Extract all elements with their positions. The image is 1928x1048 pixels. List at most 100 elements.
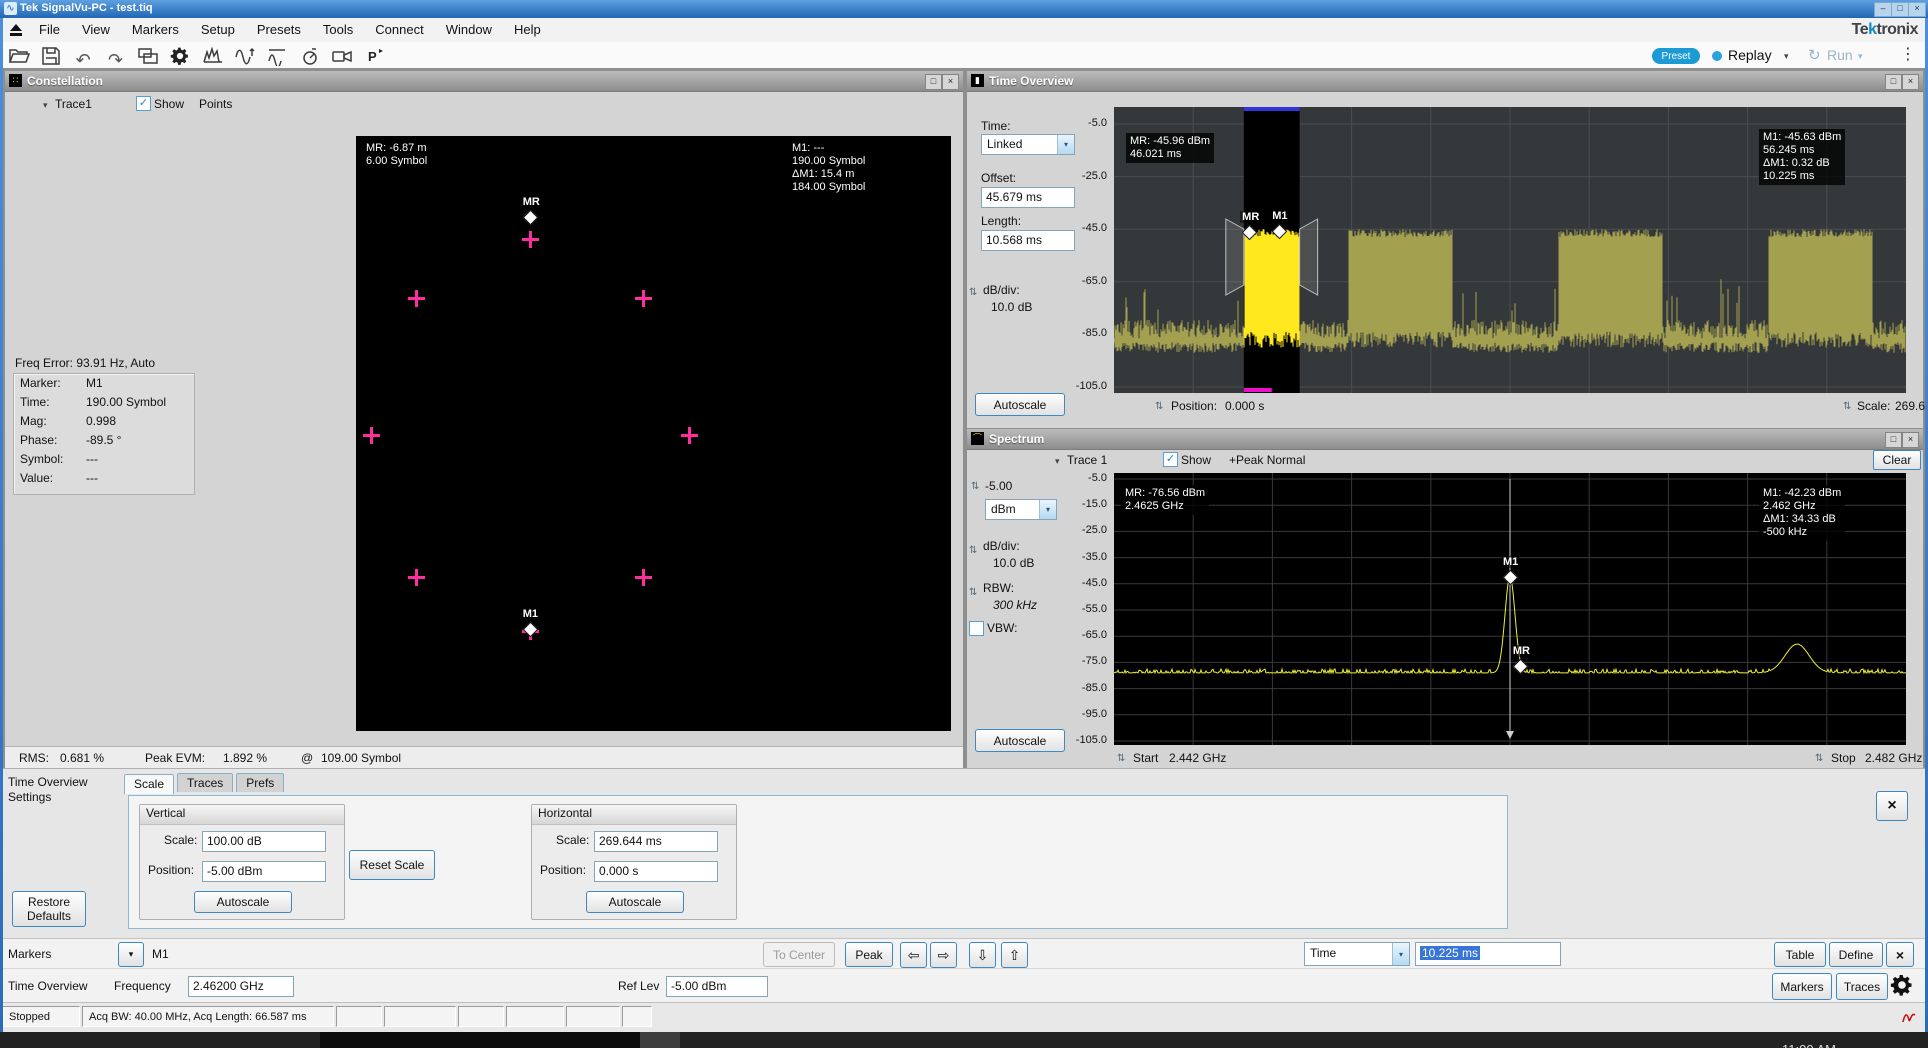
- sp-dbdiv-value[interactable]: 10.0 dB: [993, 556, 1034, 570]
- length-field[interactable]: 10.568 ms: [981, 230, 1075, 251]
- define-button[interactable]: Define: [1829, 942, 1883, 967]
- peak-right-button[interactable]: ⇨: [930, 942, 957, 968]
- displays-icon[interactable]: [134, 44, 161, 68]
- show-checkbox[interactable]: ✓: [136, 96, 151, 111]
- menu-connect[interactable]: Connect: [364, 18, 434, 42]
- stepper-icon[interactable]: ⇅: [969, 545, 977, 556]
- stepper-icon[interactable]: ⇅: [969, 587, 977, 598]
- peak-left-button[interactable]: ⇦: [900, 942, 927, 968]
- time-overview-plot[interactable]: MR: -45.96 dBm 46.021 ms M1: -45.63 dBm …: [1114, 107, 1906, 393]
- tab-traces[interactable]: Traces: [177, 773, 233, 792]
- menu-help[interactable]: Help: [503, 18, 552, 42]
- constellation-close-icon[interactable]: ×: [942, 74, 959, 90]
- to-scale-value[interactable]: 269.644 ms: [1895, 399, 1928, 413]
- rbw-value[interactable]: 300 kHz: [993, 598, 1037, 612]
- vertical-position-field[interactable]: -5.00 dBm: [202, 861, 326, 882]
- points-label[interactable]: Points: [199, 97, 232, 111]
- sp-autoscale-button[interactable]: Autoscale: [975, 729, 1065, 752]
- time-overview-icon[interactable]: [264, 44, 291, 68]
- titlebar[interactable]: ∿ Tek SignalVu-PC - test.tiq – □ ×: [0, 0, 1928, 18]
- save-icon[interactable]: [37, 44, 64, 68]
- peak-button[interactable]: Peak: [845, 942, 893, 967]
- clear-button[interactable]: Clear: [1873, 450, 1921, 470]
- settings-close-button[interactable]: ×: [1876, 791, 1908, 821]
- time-overview-maximize-icon[interactable]: □: [1885, 74, 1902, 90]
- menu-file[interactable]: File: [28, 18, 71, 42]
- spectrum-maximize-icon[interactable]: □: [1885, 432, 1902, 448]
- to-autoscale-button[interactable]: Autoscale: [975, 393, 1065, 416]
- marker-select-dropdown[interactable]: ▾: [118, 942, 144, 967]
- spectrum-header[interactable]: ⌒ Spectrum □ ×: [967, 429, 1923, 450]
- spectrum-display-icon[interactable]: [199, 44, 226, 68]
- constellation-header[interactable]: ∷ Constellation □ ×: [5, 71, 963, 92]
- marker-value-field[interactable]: 10.225 ms: [1415, 942, 1561, 966]
- close-button[interactable]: ×: [1908, 2, 1926, 17]
- replay-button[interactable]: Replay: [1728, 47, 1772, 63]
- traces-toggle-button[interactable]: Traces: [1836, 973, 1888, 1000]
- horizontal-scale-field[interactable]: 269.644 ms: [594, 831, 718, 852]
- menu-window[interactable]: Window: [435, 18, 503, 42]
- menu-markers[interactable]: Markers: [121, 18, 190, 42]
- trace-expander-icon[interactable]: ▾: [43, 100, 48, 111]
- stepper-icon[interactable]: ⇅: [1843, 401, 1851, 412]
- horizontal-autoscale-button[interactable]: Autoscale: [586, 891, 684, 913]
- run-button[interactable]: Run: [1827, 47, 1853, 63]
- frequency-field[interactable]: 2.46200 GHz: [188, 976, 294, 997]
- vertical-scale-field[interactable]: 100.00 dB: [202, 831, 326, 852]
- horizontal-position-field[interactable]: 0.000 s: [594, 861, 718, 882]
- sp-show-checkbox[interactable]: ✓: [1163, 452, 1178, 467]
- menu-presets[interactable]: Presets: [246, 18, 312, 42]
- preset-button[interactable]: Preset: [1652, 48, 1700, 64]
- dbdiv-value[interactable]: 10.0 dB: [991, 300, 1032, 314]
- chevron-down-icon[interactable]: ▾: [1039, 500, 1056, 519]
- vertical-autoscale-button[interactable]: Autoscale: [194, 891, 292, 913]
- open-file-icon[interactable]: [5, 44, 32, 68]
- minimize-button[interactable]: –: [1874, 2, 1892, 17]
- constellation-maximize-icon[interactable]: □: [925, 74, 942, 90]
- meter-icon[interactable]: [296, 44, 323, 68]
- more-options-icon[interactable]: ⋮: [1900, 44, 1916, 64]
- ref-lev-field[interactable]: -5.00 dBm: [666, 976, 768, 997]
- marker-mr[interactable]: [522, 210, 538, 226]
- time-overview-close-icon[interactable]: ×: [1902, 74, 1919, 90]
- spectrum-close-icon[interactable]: ×: [1902, 432, 1919, 448]
- time-mode-combo[interactable]: Linked ▾: [981, 134, 1075, 155]
- peak-lower-button[interactable]: ⇩: [969, 942, 996, 968]
- camera-icon[interactable]: [328, 44, 355, 68]
- run-chevron-down-icon[interactable]: ▾: [1858, 51, 1863, 62]
- peak-higher-button[interactable]: ⇧: [1001, 942, 1028, 968]
- vbw-checkbox[interactable]: [969, 621, 984, 636]
- tab-scale[interactable]: Scale: [124, 774, 174, 794]
- stepper-icon[interactable]: ⇅: [1815, 753, 1823, 764]
- markers-close-button[interactable]: ×: [1886, 942, 1914, 967]
- menu-setup[interactable]: Setup: [190, 18, 246, 42]
- menu-tools[interactable]: Tools: [312, 18, 364, 42]
- constellation-plot[interactable]: MR: -6.87 m 6.00 Symbol M1: --- 190.00 S…: [356, 136, 951, 731]
- replay-chevron-down-icon[interactable]: ▾: [1784, 51, 1789, 62]
- start-value[interactable]: 2.442 GHz: [1169, 751, 1226, 765]
- units-combo[interactable]: dBm ▾: [985, 499, 1057, 520]
- ref-level-value[interactable]: -5.00: [985, 479, 1012, 493]
- offset-field[interactable]: 45.679 ms: [981, 187, 1075, 208]
- spectrum-plot[interactable]: MR: -76.56 dBm 2.4625 GHz M1: -42.23 dBm…: [1114, 473, 1906, 745]
- maximize-button[interactable]: □: [1891, 2, 1909, 17]
- markers-toggle-button[interactable]: Markers: [1772, 973, 1832, 1000]
- to-position-value[interactable]: 0.000 s: [1225, 399, 1264, 413]
- stop-value[interactable]: 2.482 GHz: [1865, 751, 1922, 765]
- settings-gear-icon[interactable]: [1890, 973, 1914, 1000]
- menu-view[interactable]: View: [71, 18, 121, 42]
- time-overview-header[interactable]: ▮ Time Overview □ ×: [967, 71, 1923, 92]
- preset-p-icon[interactable]: P: [361, 44, 388, 68]
- stepper-icon[interactable]: ⇅: [1155, 401, 1163, 412]
- table-button[interactable]: Table: [1774, 942, 1826, 967]
- settings-gear-icon[interactable]: [167, 44, 194, 68]
- sp-trace-selector[interactable]: Trace 1: [1067, 453, 1107, 467]
- stepper-icon[interactable]: ⇅: [969, 287, 977, 298]
- restore-defaults-button[interactable]: Restore Defaults: [12, 891, 86, 927]
- trace-selector[interactable]: Trace1: [55, 97, 92, 111]
- sp-trace-expander-icon[interactable]: ▾: [1055, 456, 1060, 467]
- stepper-icon[interactable]: ⇅: [1117, 753, 1125, 764]
- stepper-icon[interactable]: ⇅: [971, 481, 979, 492]
- reset-scale-button[interactable]: Reset Scale: [349, 850, 435, 880]
- chevron-down-icon[interactable]: ▾: [1392, 943, 1409, 965]
